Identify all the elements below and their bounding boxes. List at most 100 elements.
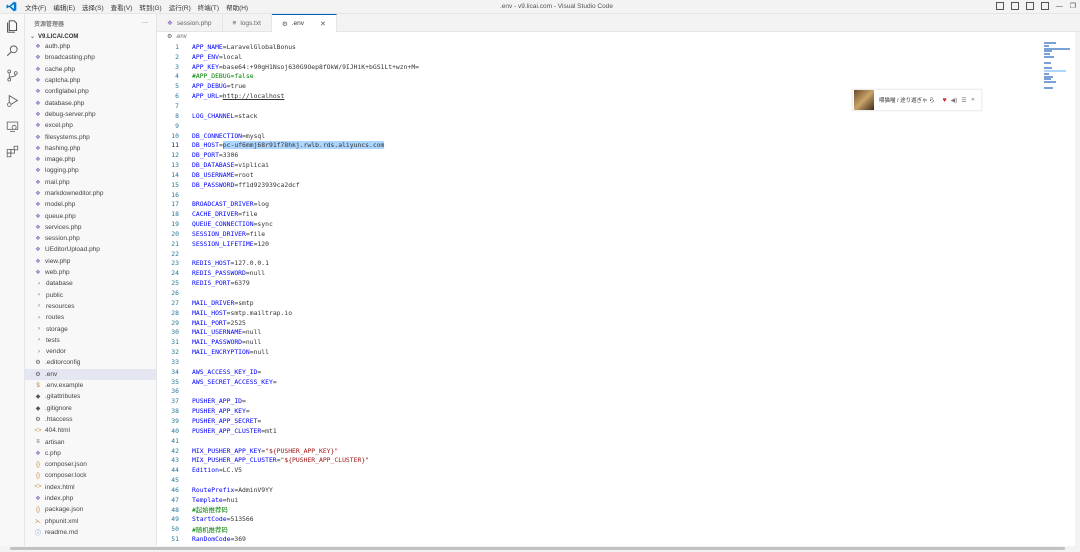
tree-file[interactable]: ❖ broadcasting.php [25, 52, 156, 63]
tree-file[interactable]: ❖ image.php [25, 154, 156, 165]
tree-file[interactable]: ⚙ .htaccess [25, 414, 156, 425]
line-number: 19 [171, 220, 179, 229]
horizontal-scrollbar-thumb[interactable] [10, 547, 1065, 550]
menu-item[interactable]: 帮助(H) [226, 2, 248, 12]
tree-file[interactable]: ⚙ .editorconfig [25, 357, 156, 368]
tree-file[interactable]: ❖ configlabel.php [25, 86, 156, 97]
playlist-icon[interactable]: ☰ [961, 97, 966, 104]
menu-item[interactable]: 终端(T) [198, 2, 219, 12]
tree-folder[interactable]: › vendor [25, 346, 156, 357]
tree-file[interactable]: {} package.json [25, 504, 156, 515]
tree-folder[interactable]: › public [25, 290, 156, 301]
info-icon: ⓘ [34, 530, 41, 537]
line-number: 22 [171, 249, 179, 258]
tree-file[interactable]: <> 404.html [25, 425, 156, 436]
extensions-icon[interactable] [6, 145, 19, 158]
menu-item[interactable]: 选择(S) [82, 2, 104, 12]
json-file-icon: {} [35, 461, 40, 468]
tree-folder[interactable]: › tests [25, 335, 156, 346]
tree-file[interactable]: ⚙ .env [25, 368, 156, 380]
tree-file[interactable]: {} composer.lock [25, 470, 156, 481]
code-editor[interactable]: 1 APP_NAME=LaravelGlobalBonus 2 APP_ENV=loc… [157, 42, 1037, 546]
tree-file[interactable]: ❖ view.php [25, 256, 156, 267]
tree-file[interactable]: ≡ artisan [25, 436, 156, 447]
tree-file[interactable]: $ .env.example [25, 380, 156, 391]
menu-item[interactable]: 文件(F) [25, 2, 46, 12]
line-number: 51 [171, 535, 179, 544]
more-actions-icon[interactable]: ··· [142, 20, 148, 26]
tree-file[interactable]: ❖ c.php [25, 448, 156, 459]
breadcrumb-file[interactable]: .env [175, 34, 186, 40]
tree-file[interactable]: ❖ auth.php [25, 41, 156, 52]
tree-file[interactable]: ❖ debug-server.php [25, 109, 156, 120]
tree-file[interactable]: ❖ logging.php [25, 165, 156, 176]
tree-file[interactable]: ❖ cache.php [25, 64, 156, 75]
remote-explorer-icon[interactable] [6, 120, 19, 133]
source-control-icon[interactable] [6, 69, 19, 82]
tree-folder[interactable]: › storage [25, 323, 156, 334]
vertical-scrollbar[interactable] [1075, 32, 1080, 546]
explorer-icon[interactable] [6, 20, 19, 33]
close-icon[interactable]: ✕ [971, 97, 975, 103]
tree-folder[interactable]: › routes [25, 312, 156, 323]
editor-tab[interactable]: ❖ session.php [157, 14, 223, 32]
tree-file[interactable]: {} composer.json [25, 459, 156, 470]
tree-file[interactable]: <> index.html [25, 482, 156, 493]
env-key: APP_ENV [192, 52, 219, 61]
env-value: "${PUSHER_APP_CLUSTER}" [280, 456, 370, 465]
env-key: RoutePrefix [192, 485, 235, 494]
menu-item[interactable]: 转到(G) [139, 2, 161, 12]
settings-file-icon: ⚙ [167, 34, 173, 40]
tree-file[interactable]: ❖ excel.php [25, 120, 156, 131]
workspace-root[interactable]: ⌄ V9.LICAI.COM [25, 32, 156, 41]
menu-item[interactable]: 查看(V) [111, 2, 133, 12]
tree-file[interactable]: ❖ web.php [25, 267, 156, 278]
editor-tab[interactable]: ≡ logs.txt [223, 14, 272, 32]
tree-file[interactable]: ❖ services.php [25, 222, 156, 233]
tree-item-label: debug-server.php [45, 110, 96, 118]
tree-file[interactable]: ❖ index.php [25, 493, 156, 504]
tree-file[interactable]: ❖ markdowneditor.php [25, 188, 156, 199]
tree-file[interactable]: ❖ captcha.php [25, 75, 156, 86]
tree-file[interactable]: ◆ .gitignore [25, 403, 156, 414]
tree-file[interactable]: ❖ session.php [25, 233, 156, 244]
search-icon[interactable] [6, 44, 19, 57]
env-key: BROADCAST_DRIVER [192, 200, 254, 209]
toggle-panel-icon[interactable] [1010, 2, 1019, 10]
tree-file[interactable]: ❖ model.php [25, 199, 156, 210]
tree-item-label: phpunit.xml [45, 517, 79, 525]
heart-icon[interactable]: ♥ [943, 97, 947, 104]
tree-item-label: broadcasting.php [45, 54, 95, 62]
toggle-primary-sidebar-icon[interactable] [995, 2, 1004, 10]
minimap[interactable] [1044, 42, 1072, 102]
xml-file-icon: ⋋ [35, 518, 41, 525]
code-content: MIX_PUSHER_APP_CLUSTER="${PUSHER_APP_CLU… [179, 456, 369, 464]
tree-file[interactable]: ❖ database.php [25, 97, 156, 108]
tree-item-label: package.json [45, 506, 84, 514]
tree-file[interactable]: ❖ hashing.php [25, 143, 156, 154]
tree-file[interactable]: ⓘ readme.md [25, 527, 156, 538]
tree-item-label: logging.php [45, 167, 79, 175]
close-icon[interactable]: ✕ [320, 20, 326, 28]
editor-tab[interactable]: ⚙ .env ✕ [271, 14, 337, 32]
tree-file[interactable]: ❖ filesystems.php [25, 131, 156, 142]
run-debug-icon[interactable] [6, 94, 19, 107]
tree-file[interactable]: ❖ UEditorUpload.php [25, 244, 156, 255]
horizontal-scrollbar[interactable] [0, 546, 1080, 552]
code-line: 44 Edition=LC.V5 [157, 465, 1037, 475]
tree-folder[interactable]: › resources [25, 301, 156, 312]
tree-file[interactable]: ❖ queue.php [25, 210, 156, 221]
code-content: AWS_ACCESS_KEY_ID= [179, 368, 261, 376]
minimize-icon[interactable]: — [1056, 3, 1063, 10]
volume-icon[interactable]: ◀) [951, 97, 958, 104]
tree-file[interactable]: ⋋ phpunit.xml [25, 515, 156, 526]
restore-icon[interactable]: ❐ [1070, 2, 1076, 10]
menu-item[interactable]: 运行(R) [169, 2, 191, 12]
toggle-secondary-sidebar-icon[interactable] [1025, 2, 1034, 10]
customize-layout-icon[interactable] [1040, 2, 1049, 10]
tree-file[interactable]: ❖ mail.php [25, 177, 156, 188]
menu-item[interactable]: 编辑(E) [53, 2, 75, 12]
tree-file[interactable]: ◆ .gitattributes [25, 391, 156, 402]
tree-item-label: .env [45, 370, 58, 378]
tree-folder[interactable]: › database [25, 278, 156, 289]
